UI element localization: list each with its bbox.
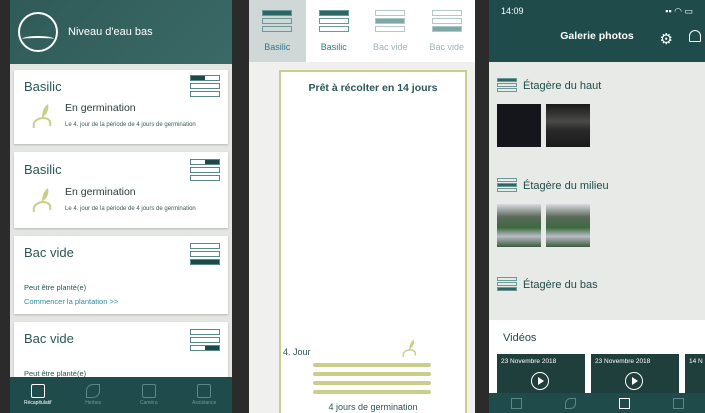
camera-icon[interactable] [618,397,630,409]
water-level-header[interactable]: Niveau d'eau bas [10,0,232,64]
germination-footer: 4 jours de germination [328,402,418,412]
photo-gallery-screen: 14:09 ▪▪ ◠ ▭ Galerie photos ⚙ Étagère du… [489,0,705,413]
water-level-icon [18,12,58,52]
section-middle-shelf: Étagère du milieu [497,178,609,193]
shelf-position-icon [262,10,293,32]
photo-thumbnail[interactable] [546,104,590,147]
photo-thumbnail[interactable] [497,104,541,147]
video-date: 23 Novembre 2018 [501,358,557,365]
tray-card-basilic-1[interactable]: Basilic En germination Le 4. jour de la … [14,70,228,144]
tab-label: Bac vide [429,42,465,52]
section-title: Étagère du bas [523,278,598,291]
shelf-position-icon [318,10,349,32]
photo-thumbnail[interactable] [497,204,541,247]
tray-tabs: Basilic Basilic Bac vide Bac vide [249,0,475,62]
camera-icon [141,384,156,398]
play-icon[interactable] [531,372,549,390]
tab-tray-1[interactable]: Basilic [249,0,306,62]
germination-status: En germination [65,102,136,114]
shelf-position-icon [190,329,220,351]
water-level-title: Niveau d'eau bas [68,26,153,38]
harvest-card: Prêt à récolter en 14 jours [279,70,467,413]
section-bottom-shelf: Étagère du bas [497,277,598,292]
bottom-navigation: Récapitulatif Herbes Caméra Assistance [10,377,232,413]
summary-icon[interactable] [510,397,522,409]
leaf-icon [86,384,101,398]
growth-bar [313,363,431,367]
summary-icon [30,384,45,398]
germination-detail: Le 4. jour de la période de 4 jours de g… [65,122,196,128]
page-title: Galerie photos [560,30,634,42]
leaf-icon[interactable] [564,397,576,409]
summary-screen: Niveau d'eau bas Basilic En germination … [10,0,232,413]
status-bar: 14:09 ▪▪ ◠ ▭ [489,0,705,22]
bottom-navigation [489,393,705,413]
status-time: 14:09 [501,6,524,16]
shelf-position-icon [375,10,406,32]
shelf-position-icon [497,178,517,193]
videos-heading: Vidéos [503,332,537,344]
tab-label: Basilic [320,42,347,52]
nav-assistance[interactable]: Assistance [177,377,233,413]
shelf-position-icon [190,75,220,97]
start-planting-link[interactable]: Commencer la plantation >> [24,297,118,306]
tray-card-empty-1[interactable]: Bac vide Peut être planté(e) Commencer l… [14,236,228,314]
growth-bar [313,372,431,376]
shelf-position-icon [497,78,517,93]
tray-detail-screen: Basilic Basilic Bac vide Bac vide Prêt à… [249,0,475,413]
tab-label: Bac vide [372,42,408,52]
section-top-shelf: Étagère du haut [497,78,601,93]
tab-label: Basilic [264,42,291,52]
photo-thumbnail[interactable] [546,204,590,247]
germination-detail: Le 4. jour de la période de 4 jours de g… [65,206,196,212]
day-counter: 4. Jour [283,347,311,357]
section-title: Étagère du haut [523,79,602,92]
plantable-text: Peut être planté(e) [24,283,87,292]
tray-title: Basilic [24,79,62,94]
nav-label: Herbes [85,400,102,406]
harvest-heading: Prêt à récolter en 14 jours [308,82,438,94]
tab-tray-4[interactable]: Bac vide [419,0,476,62]
video-date: 14 N [689,358,703,365]
tray-title: Bac vide [24,331,74,346]
shelf-position-icon [431,10,462,32]
nav-label: Récapitulatif [23,400,52,406]
document-icon [197,384,212,398]
video-date: 23 Novembre 2018 [595,358,651,365]
nav-camera[interactable]: Caméra [121,377,177,413]
growth-bar [313,381,431,385]
shelf-position-icon [497,277,517,292]
gear-icon[interactable]: ⚙ [660,26,673,54]
nav-label: Assistance [192,400,217,406]
sprout-icon [32,104,52,129]
tray-title: Bac vide [24,245,74,260]
shelf-position-icon [190,243,220,265]
growth-bar [313,390,431,394]
bell-icon[interactable] [689,30,701,42]
nav-herbs[interactable]: Herbes [66,377,122,413]
nav-label: Caméra [139,400,158,406]
germination-status: En germination [65,186,136,198]
play-icon[interactable] [625,372,643,390]
sprout-icon [32,188,52,213]
shelf-position-icon [190,159,220,181]
tray-title: Basilic [24,162,62,177]
tab-tray-2[interactable]: Basilic [306,0,363,62]
signal-wifi-battery-icon: ▪▪ ◠ ▭ [665,6,693,16]
gallery-header: Galerie photos ⚙ [489,22,705,62]
tab-tray-3[interactable]: Bac vide [362,0,419,62]
tray-card-basilic-2[interactable]: Basilic En germination Le 4. jour de la … [14,152,228,228]
sprout-icon [402,339,417,358]
section-title: Étagère du milieu [523,179,609,192]
document-icon[interactable] [672,397,684,409]
tray-card-empty-2[interactable]: Bac vide Peut être planté(e) [14,322,228,382]
nav-summary[interactable]: Récapitulatif [10,377,66,413]
